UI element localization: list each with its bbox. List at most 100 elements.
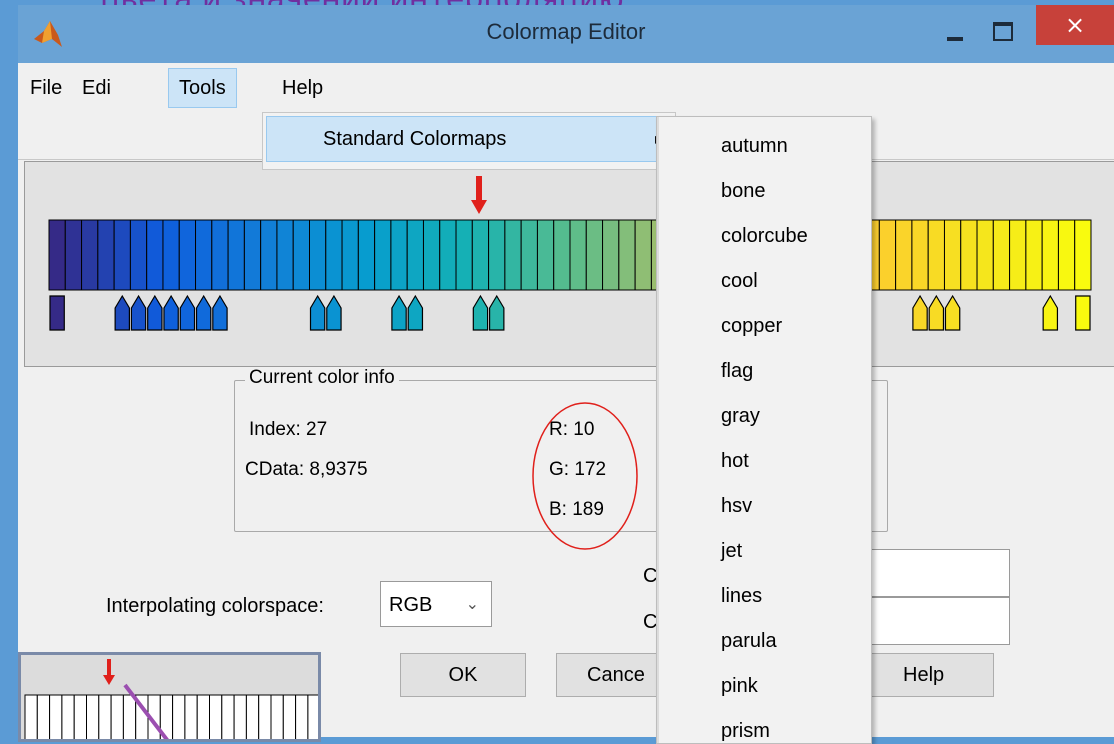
color-node-marker[interactable] (1075, 295, 1091, 331)
interpolating-colorspace-select[interactable]: RGB ⌄ (380, 581, 492, 627)
colormap-item-cool[interactable]: cool (721, 270, 758, 293)
colormap-strip[interactable] (25, 162, 1114, 366)
colormap-item-bone[interactable]: bone (721, 180, 766, 203)
menu-tools[interactable]: Tools (168, 68, 237, 108)
colormap-cell[interactable] (292, 219, 311, 291)
value-field-2[interactable] (858, 597, 1010, 645)
colormap-cell[interactable] (927, 219, 945, 291)
colormap-item-autumn[interactable]: autumn (721, 135, 788, 158)
colormap-cell[interactable] (569, 219, 587, 291)
colormap-item-lines[interactable]: lines (721, 585, 762, 608)
color-node-marker[interactable] (928, 294, 945, 331)
colormap-cell[interactable] (520, 219, 538, 291)
title-bar[interactable]: Colormap Editor × (18, 5, 1114, 63)
colormap-cell[interactable] (634, 219, 652, 291)
minimize-button[interactable] (933, 13, 979, 53)
colormap-cell[interactable] (325, 219, 343, 291)
help-button[interactable]: Help (870, 653, 994, 697)
colormap-item-flag[interactable]: flag (721, 360, 753, 383)
color-node-marker[interactable] (49, 295, 65, 331)
colormap-cell[interactable] (81, 219, 99, 291)
colormap-cell[interactable] (227, 219, 245, 291)
colormap-cell[interactable] (911, 219, 929, 291)
color-node-marker[interactable] (488, 294, 505, 331)
colormap-cell[interactable] (976, 219, 994, 291)
colormap-item-hsv[interactable]: hsv (721, 495, 752, 518)
colormap-cell[interactable] (211, 219, 229, 291)
color-node-marker[interactable] (1042, 294, 1059, 331)
colormap-cell[interactable] (488, 219, 506, 291)
colormap-cell[interactable] (309, 219, 327, 291)
colormap-item-parula[interactable]: parula (721, 630, 777, 653)
color-node-marker[interactable] (163, 294, 179, 331)
color-node-marker[interactable] (130, 294, 147, 331)
colormap-cell[interactable] (585, 219, 604, 291)
color-node-marker[interactable] (407, 294, 424, 331)
color-node-marker[interactable] (114, 294, 131, 331)
colormap-panel[interactable] (24, 161, 1114, 367)
menu-file[interactable]: File (20, 69, 72, 107)
colormap-cell[interactable] (260, 219, 278, 291)
colormap-item-gray[interactable]: gray (721, 405, 760, 428)
menu-item-standard-colormaps[interactable]: Standard Colormaps ▸ (266, 116, 671, 162)
colormap-cell[interactable] (1074, 219, 1092, 291)
menu-help[interactable]: Help (272, 69, 333, 107)
colormap-cell[interactable] (602, 219, 620, 291)
color-node-marker[interactable] (195, 294, 212, 331)
colormap-item-pink[interactable]: pink (721, 675, 758, 698)
colormap-cell[interactable] (878, 219, 897, 291)
colormap-cell[interactable] (943, 219, 962, 291)
color-node-marker[interactable] (326, 294, 342, 331)
colormap-cell[interactable] (357, 219, 376, 291)
colormap-cell[interactable] (471, 219, 490, 291)
color-node-marker[interactable] (309, 294, 326, 331)
colormap-cell[interactable] (439, 219, 457, 291)
colormap-cell[interactable] (1057, 219, 1076, 291)
colormap-cell[interactable] (178, 219, 197, 291)
colormap-item-jet[interactable]: jet (721, 540, 742, 563)
colormap-cell[interactable] (64, 219, 83, 291)
colormap-cell[interactable] (129, 219, 148, 291)
colormap-cell[interactable] (504, 219, 522, 291)
colormap-cell[interactable] (243, 219, 262, 291)
current-index-marker[interactable] (471, 176, 487, 214)
colormap-cell[interactable] (1009, 219, 1027, 291)
close-button[interactable]: × (1036, 5, 1114, 45)
value-field-1[interactable]: n (858, 549, 1010, 597)
menu-edit[interactable]: Edi (72, 69, 121, 107)
color-node-marker[interactable] (944, 294, 961, 331)
colormap-cell[interactable] (48, 219, 66, 291)
colormap-cell[interactable] (162, 219, 180, 291)
colormap-cell[interactable] (341, 219, 359, 291)
colormap-cell[interactable] (146, 219, 164, 291)
colormap-cell[interactable] (960, 219, 978, 291)
colormap-cell[interactable] (455, 219, 473, 291)
colormap-cell[interactable] (895, 219, 913, 291)
color-node-marker[interactable] (212, 294, 228, 331)
colormap-item-hot[interactable]: hot (721, 450, 749, 473)
colormap-item-copper[interactable]: copper (721, 315, 782, 338)
maximize-button[interactable] (980, 13, 1026, 53)
color-node-marker[interactable] (179, 294, 196, 331)
colormap-cell[interactable] (195, 219, 213, 291)
colormap-cell[interactable] (422, 219, 441, 291)
colormap-cell[interactable] (992, 219, 1011, 291)
colormap-cell[interactable] (406, 219, 424, 291)
colormap-cell[interactable] (97, 219, 115, 291)
color-node-marker[interactable] (391, 294, 407, 331)
ok-button[interactable]: OK (400, 653, 526, 697)
colormap-cell[interactable] (113, 219, 131, 291)
color-node-marker[interactable] (147, 294, 163, 331)
colormap-cell[interactable] (1025, 219, 1043, 291)
colormap-cell[interactable] (553, 219, 571, 291)
colormap-cell[interactable] (1041, 219, 1059, 291)
colormap-cell[interactable] (276, 219, 294, 291)
colormap-cell[interactable] (536, 219, 555, 291)
colormap-cell[interactable] (618, 219, 636, 291)
colormap-cell[interactable] (374, 219, 392, 291)
colormap-cell[interactable] (390, 219, 408, 291)
color-node-marker[interactable] (472, 294, 489, 331)
color-node-marker[interactable] (912, 294, 928, 331)
colormap-item-colorcube[interactable]: colorcube (721, 225, 808, 248)
colormap-item-prism[interactable]: prism (721, 720, 770, 743)
